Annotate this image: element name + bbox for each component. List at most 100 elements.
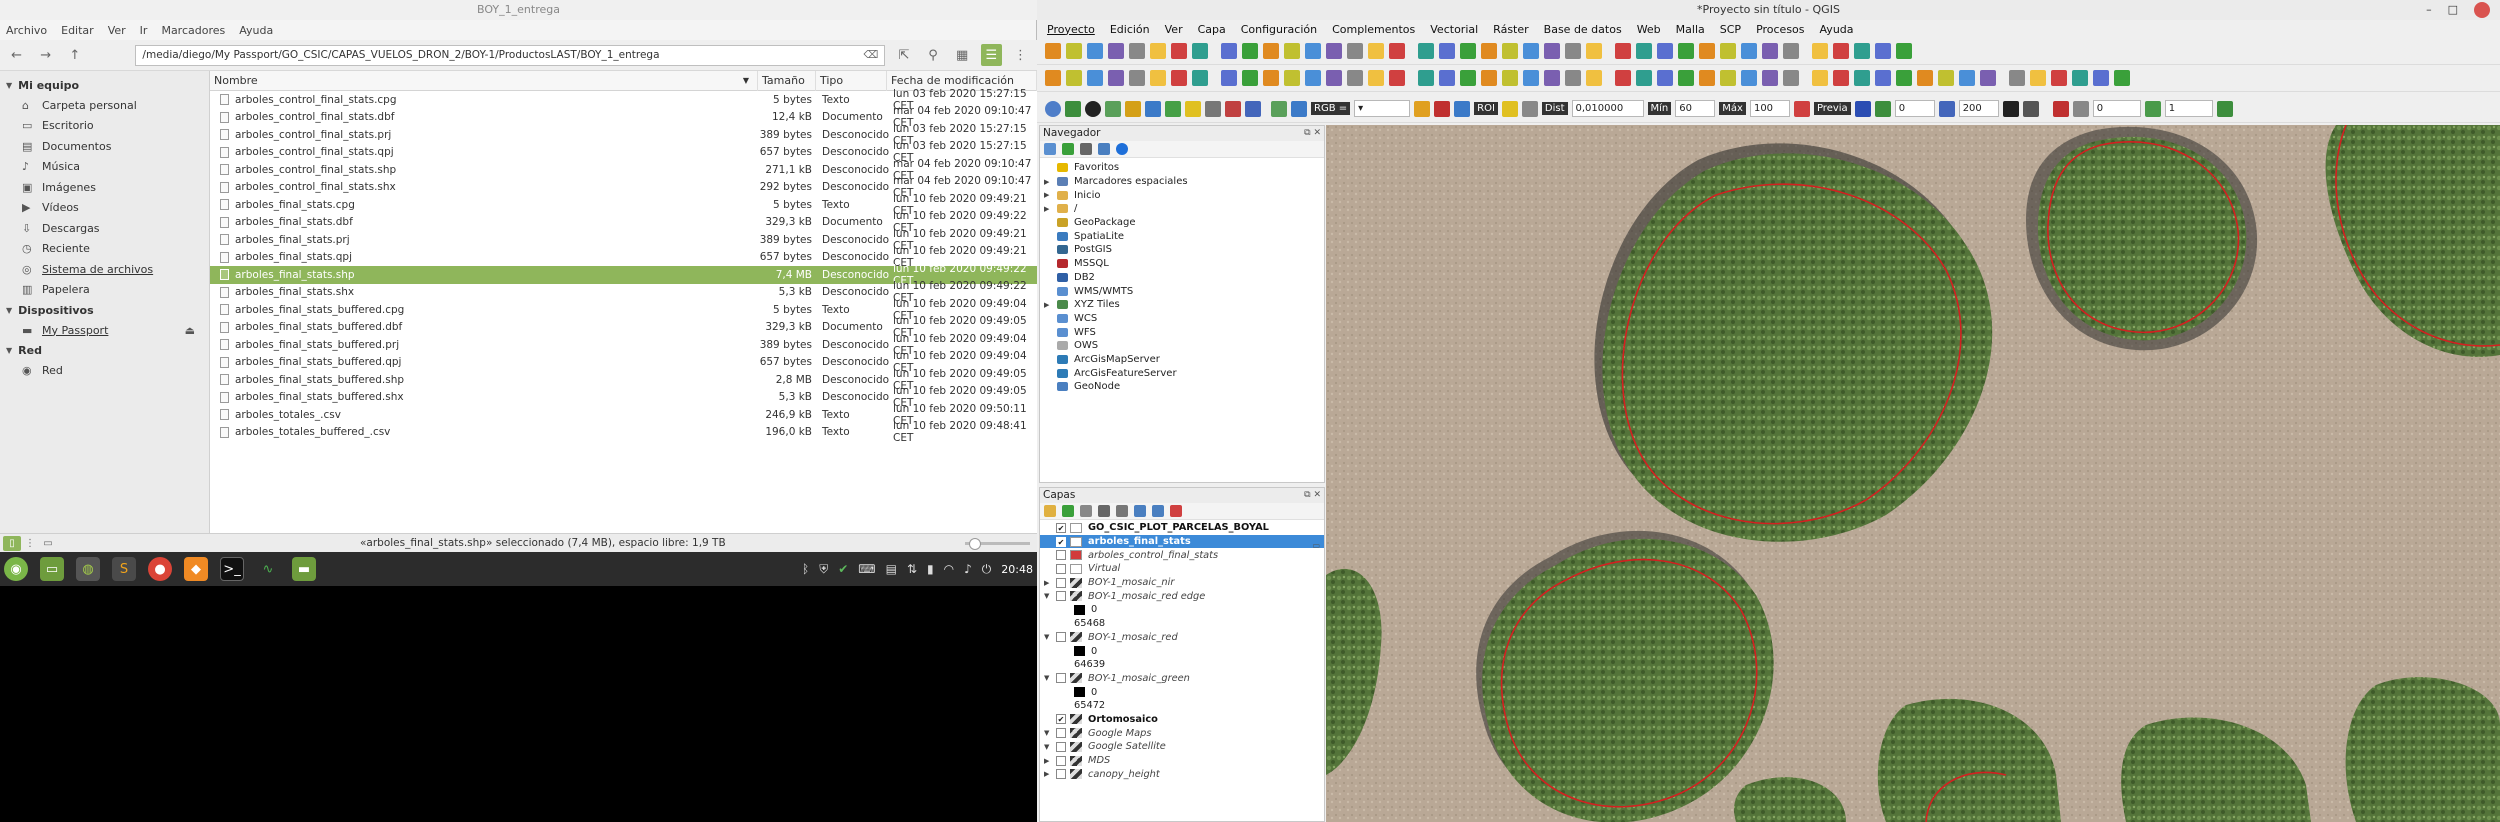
- toolbar2-tool-37-icon[interactable]: [1833, 70, 1849, 86]
- toolbar1-tool-22-icon[interactable]: [1502, 43, 1518, 59]
- roi-add-icon[interactable]: [1501, 100, 1518, 117]
- sidebar-item-pictures[interactable]: ▣ Imágenes: [0, 177, 209, 198]
- layer-item[interactable]: ✔ GO_CSIC_PLOT_PARCELAS_BOYAL: [1040, 521, 1324, 535]
- sidebar-item-network[interactable]: ◉ Red: [0, 361, 209, 382]
- toolbar1-tool-3-icon[interactable]: [1087, 43, 1103, 59]
- toolbar1-tool-40-icon[interactable]: [1896, 43, 1912, 59]
- chevron-down-icon[interactable]: ▼: [6, 81, 12, 90]
- add-group-icon[interactable]: [1062, 505, 1074, 517]
- file-row[interactable]: arboles_totales_buffered_.csv 196,0 kB Tex…: [210, 420, 1037, 444]
- toolbar1-tool-8-icon[interactable]: [1192, 43, 1208, 59]
- qgis-menu-item[interactable]: Capa: [1198, 23, 1226, 36]
- forward-icon[interactable]: →: [35, 44, 56, 66]
- hide-sidebar-icon[interactable]: ▭: [39, 536, 57, 551]
- qgis-icon[interactable]: ◍: [76, 557, 100, 581]
- toolbar2-tool-15-icon[interactable]: [1347, 70, 1363, 86]
- toolbar2-tool-21-icon[interactable]: [1481, 70, 1497, 86]
- browser-item[interactable]: ▶ Inicio: [1040, 188, 1324, 202]
- toolbar1-tool-15-icon[interactable]: [1347, 43, 1363, 59]
- toolbar2-tool-10-icon[interactable]: [1242, 70, 1258, 86]
- toolbar2-tool-8-icon[interactable]: [1192, 70, 1208, 86]
- menu-editar[interactable]: Editar: [61, 24, 94, 37]
- qgis-menu-item[interactable]: Base de datos: [1544, 23, 1622, 36]
- expand-arrow-icon[interactable]: ▶: [1044, 770, 1056, 778]
- toolbar2-tool-46-icon[interactable]: [2030, 70, 2046, 86]
- keyboard-icon[interactable]: ⌨: [858, 562, 875, 576]
- clear-path-icon[interactable]: ⌫: [863, 49, 878, 61]
- folder-icon[interactable]: ▬: [292, 557, 316, 581]
- path-input[interactable]: /media/diego/My Passport/GO_CSIC/CAPAS_V…: [135, 44, 886, 66]
- layer-item[interactable]: ▼ Google Maps: [1040, 726, 1324, 740]
- maximize-icon[interactable]: □: [2448, 0, 2458, 20]
- qgis-menu-item[interactable]: Complementos: [1332, 23, 1415, 36]
- database-icon[interactable]: [1045, 100, 1061, 117]
- toolbar2-tool-34-icon[interactable]: [1762, 70, 1778, 86]
- browser-item[interactable]: ▶ XYZ Tiles: [1040, 298, 1324, 312]
- clipboard-icon[interactable]: ▤: [886, 562, 897, 576]
- layer-checkbox[interactable]: ✔: [1056, 536, 1066, 547]
- toolbar2-tool-12-icon[interactable]: [1284, 70, 1300, 86]
- band-step-icon[interactable]: [2144, 100, 2161, 117]
- files-icon[interactable]: ▭: [40, 557, 64, 581]
- menu-ver[interactable]: Ver: [108, 24, 126, 37]
- expand-arrow-icon[interactable]: ▼: [1044, 743, 1056, 751]
- browser-item[interactable]: WCS: [1040, 312, 1324, 326]
- toolbar1-tool-9-icon[interactable]: [1221, 43, 1237, 59]
- layer-checkbox[interactable]: [1056, 577, 1066, 588]
- column-name[interactable]: Nombre ▼: [210, 71, 758, 91]
- terminal-icon[interactable]: >_: [220, 557, 244, 581]
- toolbar2-tool-23-icon[interactable]: [1523, 70, 1539, 86]
- browser-item[interactable]: SpatiaLite: [1040, 229, 1324, 243]
- browser-item[interactable]: ▶ Marcadores espaciales: [1040, 175, 1324, 189]
- toolbar1-tool-11-icon[interactable]: [1263, 43, 1279, 59]
- browser-item[interactable]: PostGIS: [1040, 243, 1324, 257]
- toolbar2-tool-32-icon[interactable]: [1720, 70, 1736, 86]
- toolbar1-tool-30-icon[interactable]: [1678, 43, 1694, 59]
- postprocess-icon[interactable]: [1225, 100, 1241, 117]
- remove-layer-icon[interactable]: [1170, 505, 1182, 517]
- compact-view-icon[interactable]: ⋮: [1010, 44, 1031, 66]
- toolbar1-tool-10-icon[interactable]: [1242, 43, 1258, 59]
- toolbar1-tool-39-icon[interactable]: [1875, 43, 1891, 59]
- menu-marcadores[interactable]: Marcadores: [161, 24, 225, 37]
- layer-checkbox[interactable]: [1056, 769, 1066, 780]
- toolbar1-tool-13-icon[interactable]: [1305, 43, 1321, 59]
- chevron-down-icon[interactable]: ▼: [6, 346, 12, 355]
- firefox-icon[interactable]: ◆: [184, 557, 208, 581]
- toolbar2-tool-2-icon[interactable]: [1066, 70, 1082, 86]
- sidebar-item-filesystem[interactable]: ◎ Sistema de archivos: [0, 259, 209, 280]
- toolbar2-tool-25-icon[interactable]: [1565, 70, 1581, 86]
- rgb-next-icon[interactable]: [1434, 100, 1451, 117]
- wifi-icon[interactable]: ◠: [944, 562, 954, 576]
- toolbar1-tool-4-icon[interactable]: [1108, 43, 1124, 59]
- expand-all-icon[interactable]: [1134, 505, 1146, 517]
- sidebar-item-documents[interactable]: ▤ Documentos: [0, 136, 209, 157]
- toolbar1-tool-16-icon[interactable]: [1368, 43, 1384, 59]
- browser-item[interactable]: GeoNode: [1040, 380, 1324, 394]
- search-icon[interactable]: ⚲: [922, 44, 943, 66]
- qgis-menu-item[interactable]: Vectorial: [1430, 23, 1478, 36]
- layer-item[interactable]: ▼ BOY-1_mosaic_red: [1040, 631, 1324, 645]
- toolbar1-tool-34-icon[interactable]: [1762, 43, 1778, 59]
- toolbar2-tool-3-icon[interactable]: [1087, 70, 1103, 86]
- update-icon[interactable]: ✔: [838, 562, 848, 576]
- toolbar1-tool-36-icon[interactable]: [1812, 43, 1828, 59]
- toolbar1-tool-25-icon[interactable]: [1565, 43, 1581, 59]
- classify-toggle-icon[interactable]: [2052, 100, 2069, 117]
- toolbar1-tool-32-icon[interactable]: [1720, 43, 1736, 59]
- qgis-menu-item[interactable]: Configuración: [1241, 23, 1317, 36]
- sidebar-item-drive[interactable]: ▬ My Passport ⏏: [0, 320, 209, 341]
- expand-arrow-icon[interactable]: ▶: [1044, 191, 1056, 199]
- layer-checkbox[interactable]: [1056, 728, 1066, 739]
- toolbar2-tool-5-icon[interactable]: [1129, 70, 1145, 86]
- chevron-down-icon[interactable]: ▼: [6, 306, 12, 315]
- bluetooth-icon[interactable]: ᛒ: [802, 562, 809, 576]
- layer-item[interactable]: ✔ arboles_final_stats: [1040, 534, 1324, 549]
- toolbar2-tool-26-icon[interactable]: [1586, 70, 1602, 86]
- toolbar2-tool-42-icon[interactable]: [1938, 70, 1954, 86]
- layer-item[interactable]: arboles_control_final_stats: [1040, 548, 1324, 562]
- layer-item[interactable]: ▼ BOY-1_mosaic_green: [1040, 672, 1324, 686]
- scp-zoom-icon[interactable]: [1271, 100, 1287, 117]
- refresh-icon[interactable]: [1062, 143, 1074, 155]
- toolbar1-tool-33-icon[interactable]: [1741, 43, 1757, 59]
